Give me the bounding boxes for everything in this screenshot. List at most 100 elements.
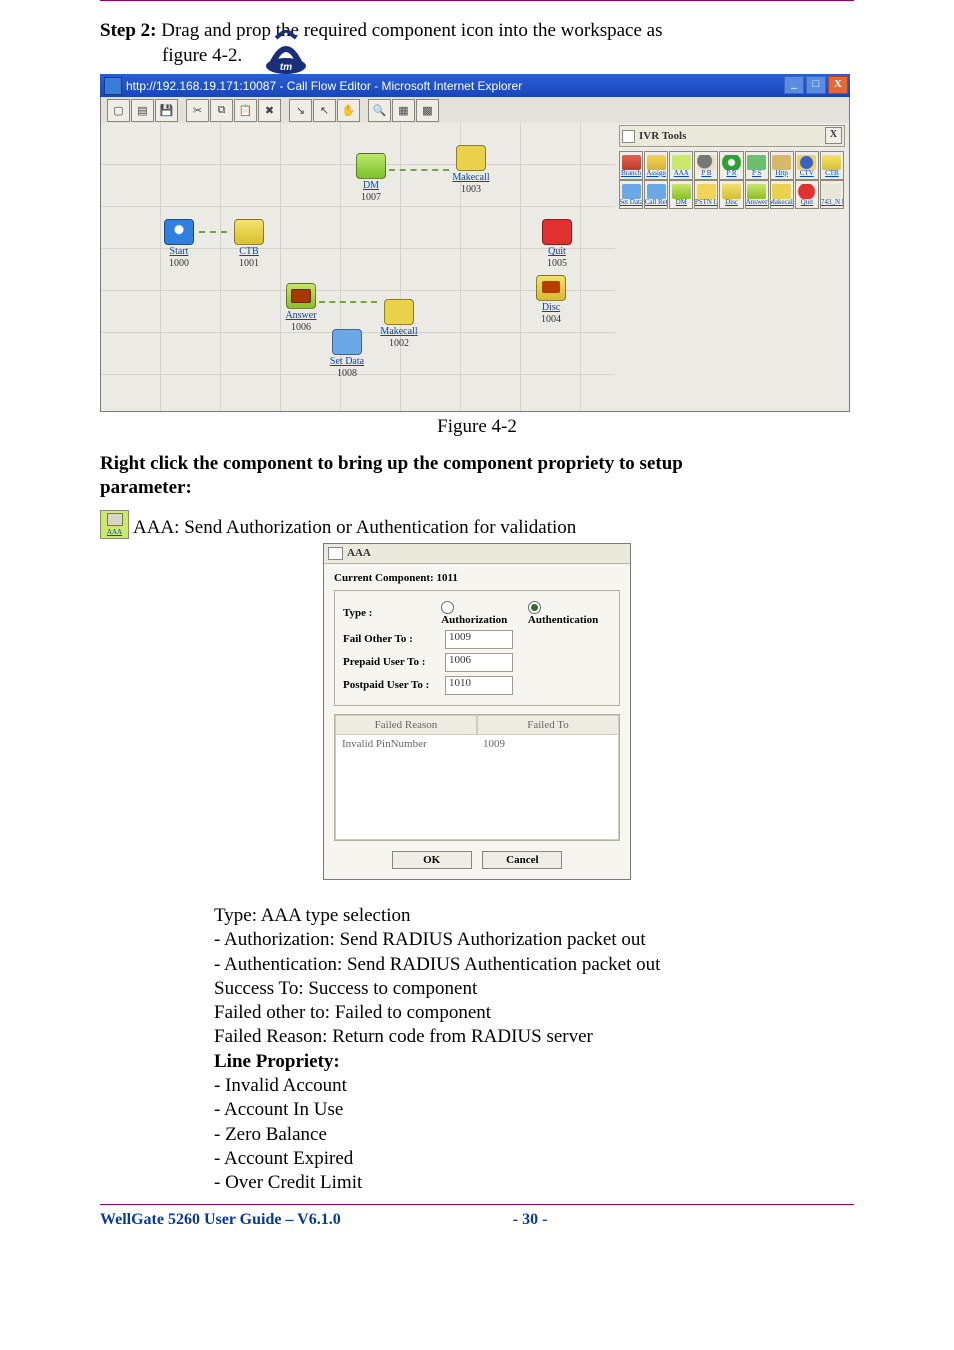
step-text: Drag and prop the required component ico…: [156, 20, 662, 41]
postpaid-label: Postpaid User To :: [343, 679, 445, 691]
palette-set-data-button[interactable]: Set Data: [619, 180, 643, 209]
aaa-description-text: AAA: Send Authorization or Authenticatio…: [133, 517, 576, 539]
ok-button[interactable]: OK: [392, 851, 472, 869]
figure-caption: Figure 4-2: [100, 416, 854, 438]
prepaid-input[interactable]: 1006: [445, 653, 513, 672]
toolbar-save-button[interactable]: 💾: [155, 99, 178, 122]
footer-pagenum: - 30 -: [513, 1211, 548, 1229]
assign-icon: [647, 155, 666, 170]
makecall-icon: [384, 299, 414, 325]
toolbar-cut-button[interactable]: ✂: [186, 99, 209, 122]
failed-table: Failed Reason Failed To Invalid PinNumbe…: [334, 714, 620, 841]
palette-http-button[interactable]: Http: [770, 151, 794, 180]
toolbar-grid-button[interactable]: ▦: [392, 99, 415, 122]
toolbar-delete-button[interactable]: ✖: [258, 99, 281, 122]
block-quit[interactable]: Quit 1005: [535, 219, 579, 269]
aaa-field-description: Type: AAA type selection - Authorization…: [214, 904, 854, 1196]
toolbar-link-button[interactable]: ↘: [289, 99, 312, 122]
toolbar-copy-button[interactable]: ⧉: [210, 99, 233, 122]
screenshot-figure: http://192.168.19.171:10087 - Call Flow …: [100, 74, 850, 412]
setdata-icon: [332, 329, 362, 355]
palette-2743_n-r-button[interactable]: 2743_N R: [820, 180, 844, 209]
palette-title[interactable]: IVR Tools X: [619, 125, 845, 147]
block-start[interactable]: Start 1000: [157, 219, 201, 269]
toolbar-zoom-button[interactable]: 🔍: [368, 99, 391, 122]
brand-logo-icon: tm: [262, 30, 310, 78]
authentication-radio[interactable]: Authentication: [528, 601, 611, 626]
stop-icon: [542, 219, 572, 245]
block-setdata[interactable]: Set Data 1008: [325, 329, 369, 379]
call-ret-icon: [647, 184, 666, 199]
window-maximize-button[interactable]: □: [806, 76, 826, 94]
authorization-radio[interactable]: Authorization: [441, 601, 520, 626]
ctb-icon: [822, 155, 841, 170]
workspace-canvas[interactable]: Start 1000 CTB 1001 DM 1007 Makecall 100…: [101, 123, 615, 411]
toolbar-new-button[interactable]: ▢: [107, 99, 130, 122]
step-heading: Step 2: Drag and prop the required compo…: [100, 19, 854, 44]
dialog-titlebar[interactable]: AAA: [324, 544, 630, 564]
palette-call-ret-button[interactable]: Call Ret: [644, 180, 668, 209]
palette-disc-button[interactable]: Disc: [719, 180, 743, 209]
block-answer[interactable]: Answer 1006: [279, 283, 323, 333]
header-rule: [100, 0, 854, 1]
cell-reason: Invalid PinNumber: [336, 735, 477, 753]
palette-close-button[interactable]: X: [825, 127, 842, 144]
ctv-icon: [797, 155, 816, 170]
palette-p-r-button[interactable]: P R: [719, 151, 743, 180]
quit-icon: [797, 184, 816, 199]
set-data-icon: [622, 184, 641, 199]
palette-makecall-button[interactable]: Makecall: [770, 180, 794, 209]
start-icon: [164, 219, 194, 245]
palette-branch-button[interactable]: Branch: [619, 151, 643, 180]
table-row[interactable]: Invalid PinNumber 1009: [336, 735, 618, 753]
fail-other-input[interactable]: 1009: [445, 630, 513, 649]
th-failed-reason[interactable]: Failed Reason: [335, 715, 477, 735]
block-makecall-1002[interactable]: Makecall 1002: [377, 299, 421, 349]
block-dm[interactable]: DM 1007: [349, 153, 393, 203]
toolbar-hand-button[interactable]: ✋: [337, 99, 360, 122]
p-b-icon: [697, 155, 716, 170]
palette-p-s-button[interactable]: P S: [745, 151, 769, 180]
makecall-icon: [456, 145, 486, 171]
toolbar-open-button[interactable]: ▤: [131, 99, 154, 122]
palette-assign-button[interactable]: Assign: [644, 151, 668, 180]
dm-icon: [672, 184, 691, 199]
palette-ctv-button[interactable]: CTV: [795, 151, 819, 180]
palette-quit-button[interactable]: Quit: [795, 180, 819, 209]
disc-icon: [536, 275, 566, 301]
palette-answer-button[interactable]: Answer: [745, 180, 769, 209]
palette-aaa-button[interactable]: AAA: [669, 151, 693, 180]
block-ctb[interactable]: CTB 1001: [227, 219, 271, 269]
palette-pstn-l-button[interactable]: PSTN L: [694, 180, 718, 209]
2743_n-r-icon: [822, 184, 841, 199]
fail-other-label: Fail Other To :: [343, 633, 445, 645]
cancel-button[interactable]: Cancel: [482, 851, 562, 869]
connector: [389, 169, 449, 171]
p-r-icon: [722, 155, 741, 170]
palette-dm-button[interactable]: DM: [669, 180, 693, 209]
connector: [199, 231, 227, 233]
type-label: Type :: [343, 607, 441, 619]
th-failed-to[interactable]: Failed To: [477, 715, 619, 735]
svg-text:tm: tm: [280, 62, 292, 73]
dialog-icon: [328, 547, 343, 560]
makecall-icon: [772, 184, 791, 199]
ivr-tools-palette: IVR Tools X BranchAssignAAAP BP RP SHttp…: [615, 123, 849, 411]
aaa-icon: AAA: [100, 510, 129, 539]
postpaid-input[interactable]: 1010: [445, 676, 513, 695]
window-minimize-button[interactable]: _: [784, 76, 804, 94]
toolbar-paste-button[interactable]: 📋: [234, 99, 257, 122]
connector: [319, 301, 377, 303]
block-disc[interactable]: Disc 1004: [529, 275, 573, 325]
table-body[interactable]: Invalid PinNumber 1009: [335, 735, 619, 840]
palette-doc-icon: [622, 130, 635, 143]
window-close-button[interactable]: X: [828, 76, 848, 94]
toolbar-select-button[interactable]: ↖: [313, 99, 336, 122]
block-makecall-1003[interactable]: Makecall 1003: [449, 145, 493, 195]
ie-title-text: http://192.168.19.171:10087 - Call Flow …: [126, 79, 522, 93]
palette-p-b-button[interactable]: P B: [694, 151, 718, 180]
palette-ctb-button[interactable]: CTB: [820, 151, 844, 180]
toolbar-snap-button[interactable]: ▩: [416, 99, 439, 122]
pstn-l-icon: [697, 184, 716, 199]
aaa-icon: [672, 155, 691, 170]
